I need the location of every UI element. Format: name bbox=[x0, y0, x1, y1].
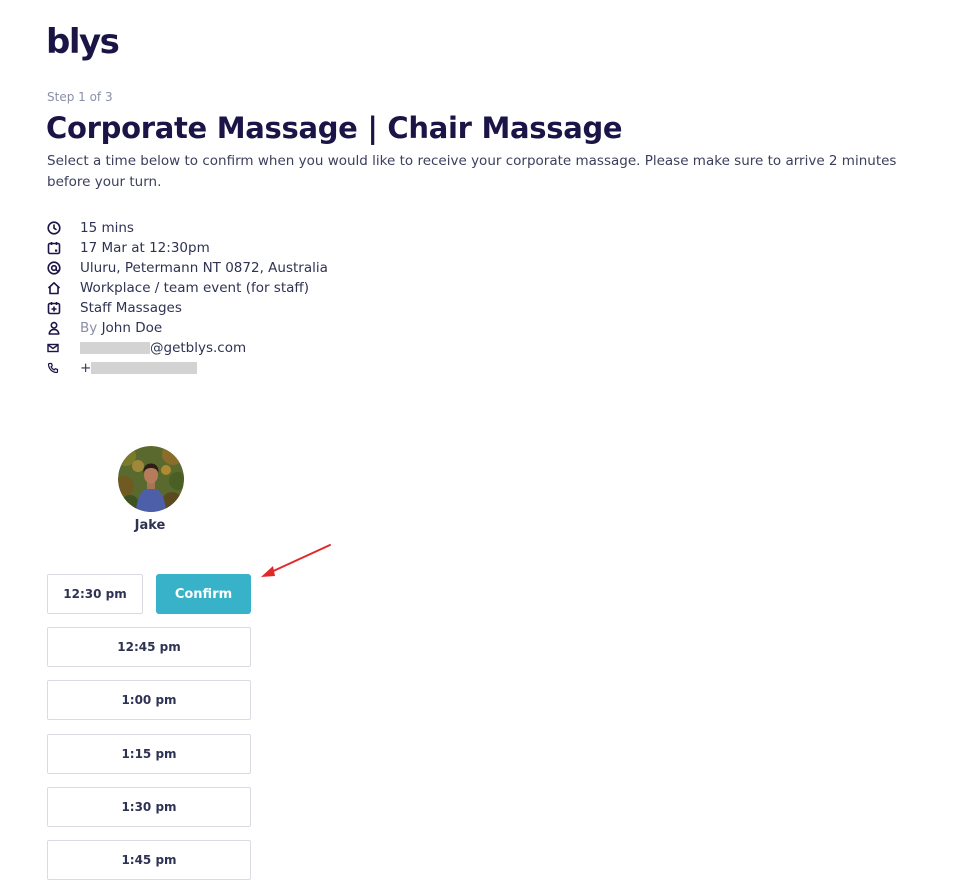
time-slot-selected[interactable]: 12:30 pm bbox=[47, 574, 143, 614]
time-slot[interactable]: 1:45 pm bbox=[47, 840, 251, 880]
detail-organizer: By John Doe bbox=[47, 318, 328, 338]
by-prefix: By bbox=[80, 320, 98, 336]
detail-datetime: 17 Mar at 12:30pm bbox=[47, 238, 328, 258]
booking-details: 15 mins 17 Mar at 12:30pm Uluru, Peterma… bbox=[47, 218, 328, 378]
user-icon bbox=[47, 318, 67, 338]
home-icon bbox=[47, 278, 67, 298]
event-name-text: Staff Massages bbox=[80, 300, 182, 316]
time-slot[interactable]: 1:30 pm bbox=[47, 787, 251, 827]
email-redaction bbox=[80, 342, 150, 354]
detail-event: Staff Massages bbox=[47, 298, 328, 318]
detail-email: @getblys.com bbox=[47, 338, 328, 358]
organizer-name: John Doe bbox=[101, 320, 163, 336]
duration-text: 15 mins bbox=[80, 220, 134, 236]
calendar-icon bbox=[47, 238, 67, 258]
detail-phone: + bbox=[47, 358, 328, 378]
annotation-arrow bbox=[261, 544, 331, 577]
time-slot[interactable]: 12:45 pm bbox=[47, 627, 251, 667]
page-title: Corporate Massage | Chair Massage bbox=[46, 111, 623, 145]
clock-icon bbox=[47, 218, 67, 238]
therapist-name: Jake bbox=[134, 518, 166, 533]
detail-location: Uluru, Petermann NT 0872, Australia bbox=[47, 258, 328, 278]
datetime-text: 17 Mar at 12:30pm bbox=[80, 240, 210, 256]
location-text: Uluru, Petermann NT 0872, Australia bbox=[80, 260, 328, 276]
time-slot[interactable]: 1:15 pm bbox=[47, 734, 251, 774]
detail-venue-type: Workplace / team event (for staff) bbox=[47, 278, 328, 298]
detail-duration: 15 mins bbox=[47, 218, 328, 238]
phone-redaction bbox=[91, 362, 198, 374]
phone-prefix: + bbox=[80, 360, 92, 376]
blys-logo[interactable]: blys bbox=[46, 22, 120, 62]
phone-icon bbox=[47, 358, 67, 378]
venue-type-text: Workplace / team event (for staff) bbox=[80, 280, 309, 296]
email-domain: @getblys.com bbox=[150, 340, 247, 356]
confirm-button[interactable]: Confirm bbox=[156, 574, 251, 614]
calendar-plus-icon bbox=[47, 298, 67, 318]
mail-icon bbox=[47, 338, 67, 358]
therapist-card[interactable] bbox=[118, 446, 184, 512]
page-description: Select a time below to confirm when you … bbox=[47, 153, 897, 190]
location-pin-icon bbox=[47, 258, 67, 278]
organizer-text: By John Doe bbox=[80, 320, 162, 336]
step-indicator: Step 1 of 3 bbox=[47, 90, 113, 104]
email-text: @getblys.com bbox=[80, 340, 246, 356]
time-slot[interactable]: 1:00 pm bbox=[47, 680, 251, 720]
therapist-avatar[interactable] bbox=[118, 446, 184, 512]
phone-text: + bbox=[80, 360, 198, 376]
